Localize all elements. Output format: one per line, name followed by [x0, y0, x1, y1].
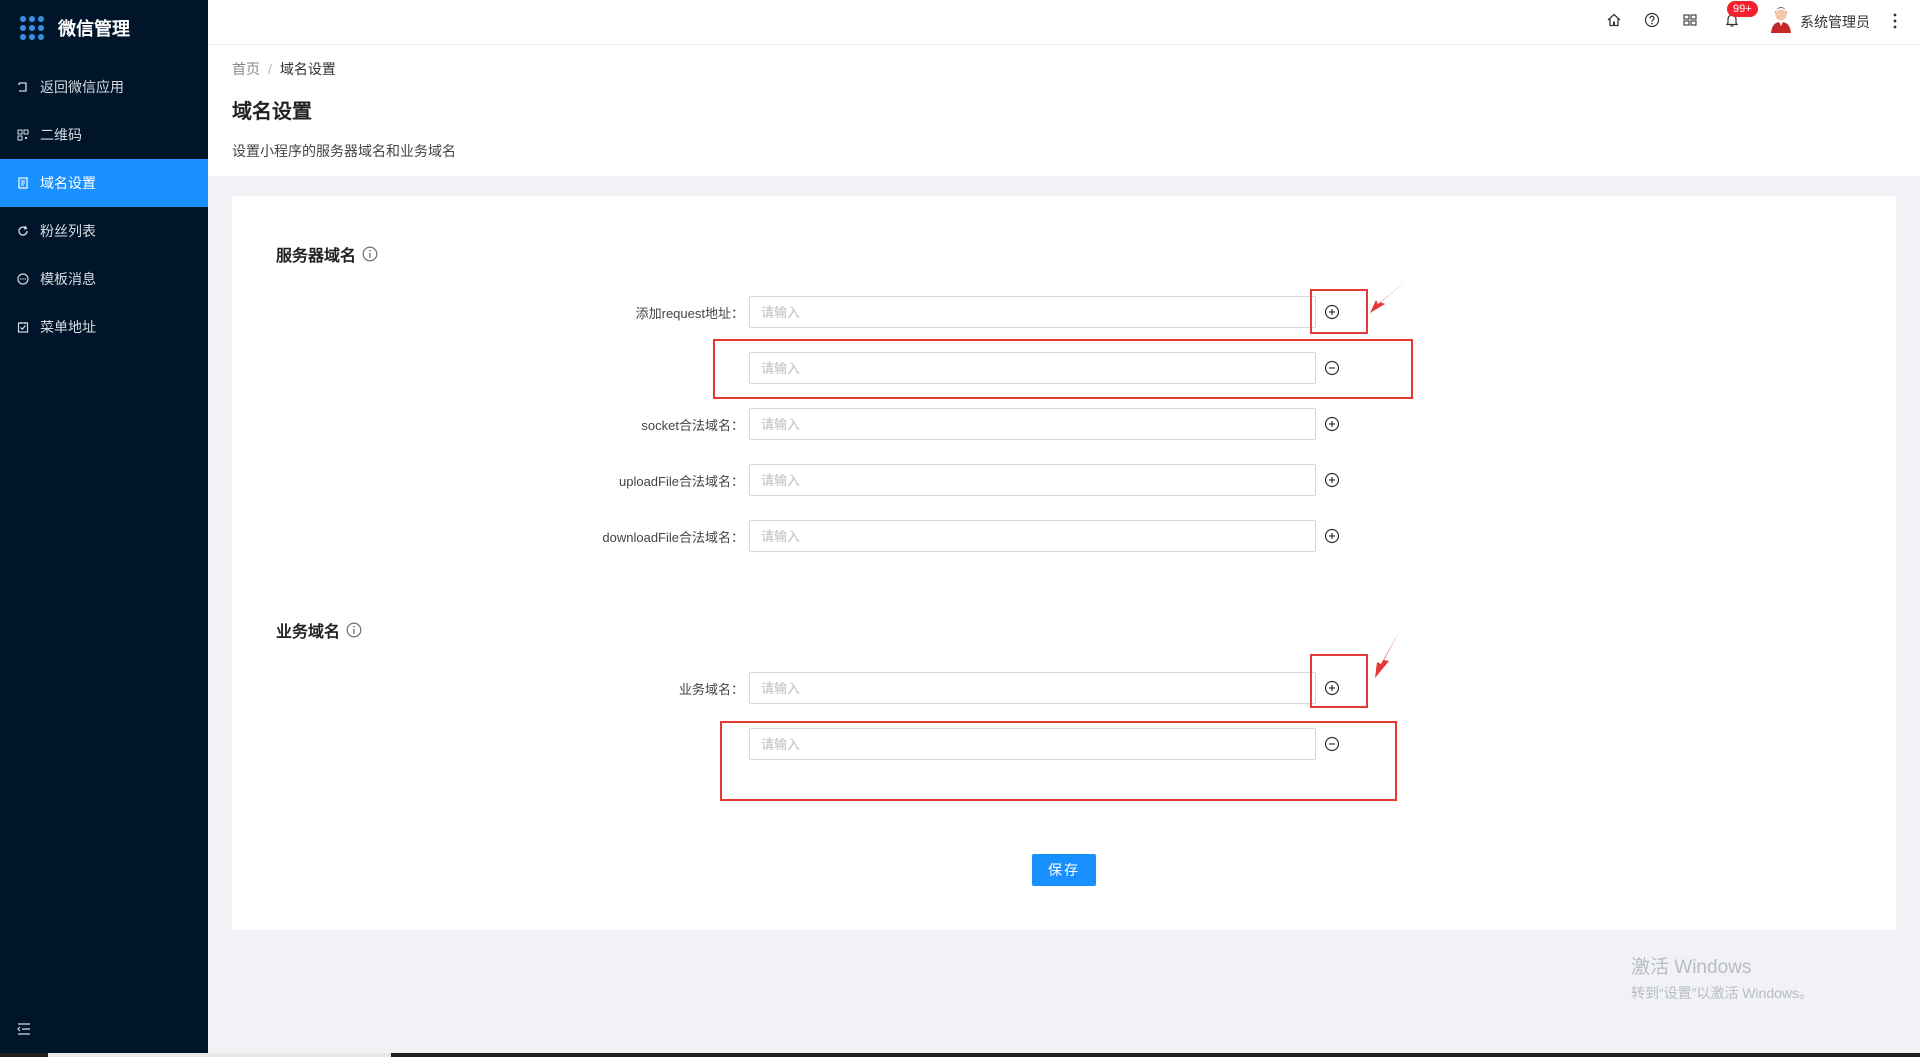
top-header: [208, 0, 1920, 45]
sidebar-item-return-wechat-app[interactable]: 返回微信应用: [0, 63, 208, 111]
form-row-download: downloadFile合法域名：: [232, 520, 1432, 552]
annotation-box-business-extra: [720, 721, 1397, 801]
upload-domain-input[interactable]: [749, 464, 1316, 496]
checklist-icon: [16, 320, 30, 334]
sidebar-item-template-message[interactable]: 模板消息: [0, 255, 208, 303]
apps-icon[interactable]: [1682, 12, 1700, 30]
breadcrumb-current: 域名设置: [279, 61, 336, 77]
qrcode-icon: [16, 128, 30, 142]
taskbar: [0, 1053, 1920, 1057]
add-circle-icon[interactable]: [1324, 472, 1340, 488]
socket-domain-input[interactable]: [749, 408, 1316, 440]
sidebar-item-menu-address[interactable]: 菜单地址: [0, 303, 208, 351]
notification-badge: 99+: [1727, 1, 1758, 17]
sidebar-item-label: 粉丝列表: [40, 223, 96, 239]
download-label: downloadFile合法域名：: [602, 530, 744, 545]
domain-settings-card: 服务器域名 添加request地址： socket合法域名： uploadFil…: [232, 196, 1896, 930]
sidebar-item-domain-settings[interactable]: 域名设置: [0, 159, 208, 207]
sidebar-item-label: 二维码: [40, 127, 82, 143]
form-row-request: 添加request地址：: [232, 296, 1432, 328]
socket-label: socket合法域名：: [641, 418, 744, 433]
section-title-text: 服务器域名: [276, 248, 357, 265]
windows-activation-watermark: 激活 Windows 转到“设置”以激活 Windows。: [1631, 952, 1813, 1003]
form-row-socket: socket合法域名：: [232, 408, 1432, 440]
user-avatar[interactable]: [1770, 7, 1792, 33]
sidebar-menu: 返回微信应用 二维码 域名设置 粉丝列表 模板消息 菜单地址: [0, 63, 208, 351]
user-name[interactable]: 系统管理员: [1800, 12, 1870, 32]
annotation-arrow-icon: [1370, 282, 1406, 313]
sidebar-item-fans-list[interactable]: 粉丝列表: [0, 207, 208, 255]
download-domain-input[interactable]: [749, 520, 1316, 552]
annotation-box-add-business: [1310, 654, 1368, 708]
server-domain-section-title: 服务器域名: [276, 242, 378, 266]
sidebar-item-label: 域名设置: [40, 175, 96, 191]
help-icon[interactable]: [1644, 12, 1662, 30]
add-circle-icon[interactable]: [1324, 416, 1340, 432]
add-circle-icon[interactable]: [1324, 528, 1340, 544]
sidebar-item-qrcode[interactable]: 二维码: [0, 111, 208, 159]
form-row-upload: uploadFile合法域名：: [232, 464, 1432, 496]
document-icon: [16, 176, 30, 190]
app-title: 微信管理: [58, 18, 130, 39]
breadcrumb-separator: /: [268, 61, 272, 77]
info-icon[interactable]: [346, 622, 362, 638]
message-icon: [16, 272, 30, 286]
refresh-icon: [16, 224, 30, 238]
upload-label: uploadFile合法域名：: [619, 474, 744, 489]
section-title-text: 业务域名: [276, 624, 341, 641]
annotation-arrow-icon: [1375, 630, 1400, 678]
page-header: 首页 / 域名设置 域名设置 设置小程序的服务器域名和业务域名: [208, 45, 1920, 176]
annotation-box-request-extra: [713, 339, 1413, 399]
request-domain-input[interactable]: [749, 296, 1316, 328]
page-description: 设置小程序的服务器域名和业务域名: [232, 143, 456, 159]
watermark-title: 激活 Windows: [1631, 957, 1752, 978]
request-label: 添加request地址：: [635, 306, 744, 321]
sidebar-item-label: 返回微信应用: [40, 79, 124, 95]
info-icon[interactable]: [362, 246, 378, 262]
page-title: 域名设置: [232, 101, 312, 123]
business-domain-section-title: 业务域名: [276, 618, 362, 642]
breadcrumb-home[interactable]: 首页: [232, 61, 260, 77]
app-logo[interactable]: 微信管理: [0, 0, 208, 55]
watermark-subtitle: 转到“设置”以激活 Windows。: [1631, 985, 1814, 1001]
business-label: 业务域名：: [678, 682, 744, 697]
form-row-business: 业务域名：: [232, 672, 1432, 704]
return-icon: [16, 80, 30, 94]
apps-grid-icon: [20, 15, 44, 40]
home-icon[interactable]: [1606, 12, 1624, 30]
business-domain-input[interactable]: [749, 672, 1316, 704]
sidebar: 微信管理 返回微信应用 二维码 域名设置 粉丝列表 模板消息 菜单地址: [0, 0, 208, 1057]
breadcrumb: 首页 / 域名设置: [232, 59, 336, 79]
sidebar-item-label: 模板消息: [40, 271, 96, 287]
save-button[interactable]: 保存: [1032, 854, 1096, 886]
more-vertical-icon[interactable]: [1892, 11, 1898, 31]
annotation-box-add-request: [1310, 289, 1368, 334]
menu-collapse-icon[interactable]: [16, 1021, 32, 1037]
sidebar-item-label: 菜单地址: [40, 319, 96, 335]
